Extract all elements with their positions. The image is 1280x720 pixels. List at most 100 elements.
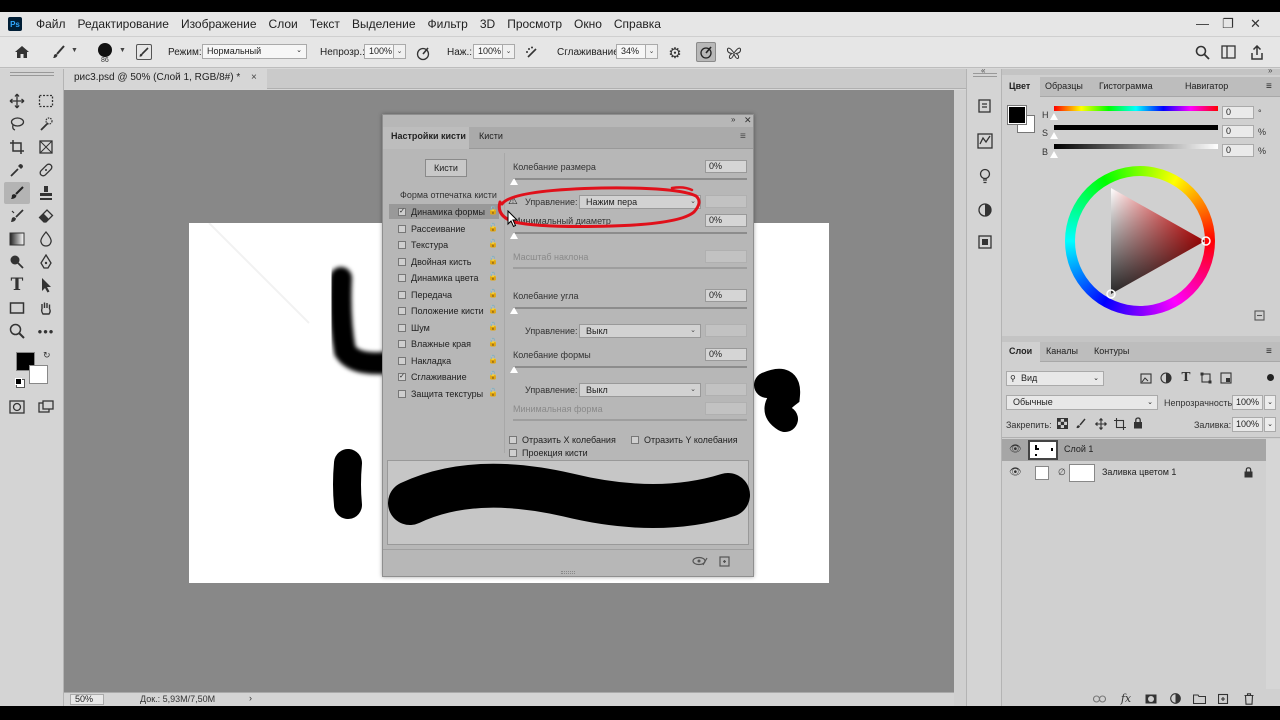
lock-position-icon[interactable] (1094, 417, 1107, 430)
brightness-input[interactable]: 0 (1222, 144, 1254, 157)
eyedropper-tool-icon[interactable] (6, 160, 28, 180)
history-brush-tool-icon[interactable] (6, 206, 28, 226)
gear-icon[interactable]: ⚙ (666, 44, 684, 62)
close-tab-icon[interactable]: × (251, 72, 257, 83)
adjustment-layer-icon[interactable] (1168, 692, 1182, 705)
workspace-layout-icon[interactable] (1219, 43, 1237, 61)
chevron-down-icon[interactable]: ▼ (119, 47, 126, 54)
checkbox-icon[interactable] (398, 291, 406, 299)
more-tools-icon[interactable]: ••• (35, 321, 57, 341)
vertical-scrollbar[interactable] (954, 90, 966, 706)
hue-input[interactable]: 0 (1222, 106, 1254, 119)
tab-color[interactable]: Цвет (1009, 81, 1030, 91)
filter-shape-icon[interactable] (1199, 371, 1213, 385)
filter-type-icon[interactable]: T (1179, 370, 1193, 384)
item-wet-edges[interactable]: Влажные края (398, 339, 471, 349)
checkbox-icon[interactable] (509, 436, 517, 444)
min-diameter-input[interactable]: 0% (705, 214, 747, 227)
minimize-icon[interactable]: — (1196, 16, 1209, 31)
mode-select[interactable]: Нормальный ⌄ (202, 44, 307, 59)
smoothing-input[interactable]: 34% (616, 44, 646, 59)
toolbar-grip[interactable] (10, 72, 54, 76)
slider-thumb[interactable] (1050, 132, 1058, 139)
search-icon[interactable] (1193, 43, 1211, 61)
zoom-tool-icon[interactable] (6, 321, 28, 341)
brush-tool-preset-icon[interactable] (50, 43, 68, 61)
item-scattering[interactable]: Рассеивание (398, 224, 465, 234)
saturation-slider[interactable] (1054, 125, 1218, 130)
slider-thumb[interactable] (510, 366, 518, 373)
home-icon[interactable] (12, 43, 32, 61)
layer-filter-select[interactable]: ⚲ Вид ⌄ (1006, 371, 1104, 386)
healing-brush-tool-icon[interactable] (35, 160, 57, 180)
chevron-down-icon[interactable]: ⌄ (1264, 417, 1276, 432)
item-color-dynamics[interactable]: Динамика цвета (398, 273, 479, 283)
layer-style-fx-icon[interactable]: fx (1118, 691, 1134, 705)
checkbox-icon[interactable] (509, 449, 517, 457)
default-colors-icon[interactable] (15, 378, 22, 385)
pressure-opacity-icon[interactable] (414, 44, 432, 62)
panel-menu-icon[interactable]: ≡ (1266, 81, 1272, 92)
item-shape-dynamics[interactable]: ✓ Динамика формы (398, 207, 485, 217)
lock-all-icon[interactable] (1131, 416, 1144, 429)
roundness-jitter-slider[interactable] (513, 366, 747, 368)
tab-histogram[interactable]: Гистограмма (1099, 81, 1153, 91)
visibility-eye-icon[interactable]: 👁 (1009, 467, 1022, 478)
quick-mask-icon[interactable] (6, 397, 28, 417)
brightness-slider[interactable] (1054, 144, 1218, 149)
toggle-live-tip-preview-icon[interactable] (691, 554, 709, 568)
tab-navigator[interactable]: Навигатор (1185, 81, 1228, 91)
blur-tool-icon[interactable] (35, 229, 57, 249)
tab-swatches[interactable]: Образцы (1045, 81, 1083, 91)
restore-icon[interactable]: ❐ (1222, 16, 1234, 32)
filter-smart-object-icon[interactable] (1219, 371, 1233, 385)
angle-control-select[interactable]: Выкл ⌄ (579, 324, 701, 338)
tab-channels[interactable]: Каналы (1046, 346, 1078, 356)
menu-edit[interactable]: Редактирование (78, 17, 169, 31)
share-icon[interactable] (1248, 43, 1266, 61)
checkbox-icon[interactable] (398, 340, 406, 348)
brush-tip-shape-header[interactable]: Форма отпечатка кисти (400, 190, 497, 200)
delete-layer-icon[interactable] (1242, 692, 1256, 705)
menu-3d[interactable]: 3D (480, 17, 495, 31)
tab-brush-settings[interactable]: Настройки кисти (391, 131, 466, 141)
symmetry-butterfly-icon[interactable] (725, 44, 743, 62)
item-dual-brush[interactable]: Двойная кисть (398, 257, 471, 267)
chevron-right-icon[interactable]: › (249, 693, 252, 703)
dodge-tool-icon[interactable] (6, 252, 28, 272)
frame-tool-icon[interactable] (35, 137, 57, 157)
checkbox-checked-icon[interactable]: ✓ (398, 208, 406, 216)
checkbox-icon[interactable] (398, 241, 406, 249)
new-group-icon[interactable] (1192, 692, 1206, 705)
document-tab[interactable]: рис3.psd @ 50% (Слой 1, RGB/8#) * × (64, 69, 267, 89)
tab-paths[interactable]: Контуры (1094, 346, 1129, 356)
swap-colors-icon[interactable]: ↻ (43, 350, 51, 361)
panel-menu-icon[interactable]: ≡ (1266, 346, 1272, 357)
crop-tool-icon[interactable] (6, 137, 28, 157)
add-mask-icon[interactable] (1144, 692, 1158, 705)
filter-adjustment-icon[interactable] (1159, 371, 1173, 385)
layer-name[interactable]: Слой 1 (1064, 444, 1093, 454)
pressure-size-icon[interactable] (696, 42, 716, 62)
angle-jitter-input[interactable]: 0% (705, 289, 747, 302)
new-swatch-icon[interactable] (1252, 309, 1266, 321)
history-panel-icon[interactable] (976, 97, 994, 115)
checkbox-icon[interactable] (398, 225, 406, 233)
lock-transparency-icon[interactable] (1056, 417, 1069, 430)
panel-menu-icon[interactable]: ≡ (740, 131, 746, 142)
menu-file[interactable]: Файл (36, 17, 66, 31)
brushes-button[interactable]: Кисти (425, 159, 467, 177)
lock-icon[interactable]: 🔓 (488, 289, 498, 298)
layers-scrollbar[interactable] (1266, 439, 1280, 689)
path-selection-tool-icon[interactable] (35, 275, 57, 295)
saturation-input[interactable]: 0 (1222, 125, 1254, 138)
color-wheel[interactable] (1065, 166, 1215, 316)
opacity-dropdown[interactable]: ⌄ (393, 44, 406, 59)
brush-settings-toggle-icon[interactable] (136, 44, 152, 60)
hue-slider[interactable] (1054, 106, 1218, 111)
lock-icon[interactable]: 🔓 (488, 355, 498, 364)
checkbox-icon[interactable] (398, 357, 406, 365)
item-brush-pose[interactable]: Положение кисти (398, 306, 484, 316)
menu-select[interactable]: Выделение (352, 17, 416, 31)
collapse-icon[interactable]: » (1268, 66, 1272, 75)
